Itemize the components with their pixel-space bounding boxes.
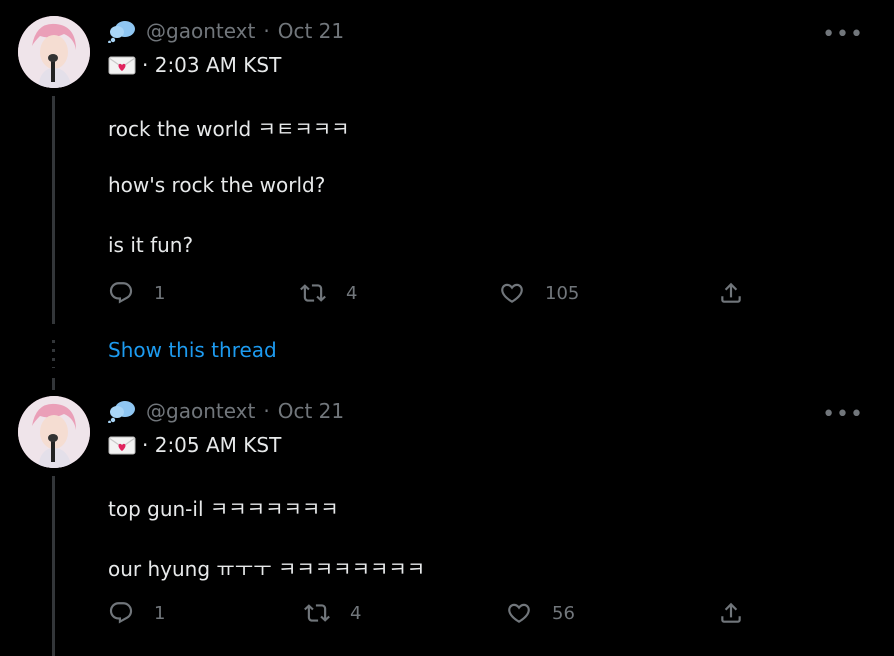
share-button[interactable]: [718, 599, 744, 627]
cloud-icon: [108, 399, 138, 424]
heart-icon: [508, 603, 530, 623]
time-line: · 2:03 AM KST: [108, 52, 281, 78]
tweet-date[interactable]: Oct 21: [278, 19, 344, 43]
tweet-2[interactable]: @gaontext · Oct 21 ••• · 2:05 AM KST top…: [0, 378, 894, 656]
reply-count: 1: [154, 602, 166, 624]
time-line: · 2:05 AM KST: [108, 432, 281, 458]
tweet-actions: 1 4 105: [108, 279, 748, 307]
share-icon: [721, 282, 741, 303]
tweet-text-line: our hyung ㅠㅜㅜ ㅋㅋㅋㅋㅋㅋㅋㅋ: [108, 557, 426, 581]
retweet-icon: [300, 284, 326, 302]
like-count: 56: [552, 602, 575, 624]
reply-count: 1: [154, 282, 166, 304]
love-letter-icon: [108, 55, 136, 75]
reply-icon: [109, 602, 133, 624]
like-button[interactable]: 105: [499, 279, 579, 307]
tweet-header: @gaontext · Oct 21: [108, 18, 344, 44]
tweet-time: · 2:05 AM KST: [142, 433, 282, 457]
share-icon: [721, 602, 741, 623]
retweet-count: 4: [346, 282, 358, 304]
separator: ·: [263, 399, 270, 423]
thread-line: [52, 96, 55, 324]
retweet-button[interactable]: 4: [300, 279, 357, 307]
show-thread-link[interactable]: Show this thread: [108, 338, 277, 362]
heart-icon: [501, 283, 523, 303]
tweet-header: @gaontext · Oct 21: [108, 398, 344, 424]
handle[interactable]: @gaontext: [146, 399, 255, 423]
love-letter-icon: [108, 435, 136, 455]
more-icon[interactable]: •••: [822, 402, 864, 427]
thread-line: [52, 378, 55, 390]
reply-button[interactable]: 1: [108, 599, 165, 627]
share-button[interactable]: [718, 279, 744, 307]
like-count: 105: [545, 282, 580, 304]
tweet-text-line: is it fun?: [108, 233, 194, 257]
avatar[interactable]: [18, 16, 90, 88]
thread-gap-dots: [52, 340, 55, 368]
tweet-text-line: top gun-il ㅋㅋㅋㅋㅋㅋㅋ: [108, 497, 339, 521]
tweet-date[interactable]: Oct 21: [278, 399, 344, 423]
cloud-icon: [108, 19, 138, 44]
separator: ·: [263, 19, 270, 43]
like-button[interactable]: 56: [506, 599, 575, 627]
thread-line: [52, 476, 55, 656]
retweet-count: 4: [350, 602, 362, 624]
tweet-text-line: rock the world ㅋㅌㅋㅋㅋ: [108, 117, 350, 141]
reply-icon: [109, 282, 133, 304]
tweet-1[interactable]: @gaontext · Oct 21 ••• · 2:03 AM KST roc…: [0, 0, 894, 380]
handle[interactable]: @gaontext: [146, 19, 255, 43]
tweet-actions: 1 4 56: [108, 599, 748, 627]
reply-button[interactable]: 1: [108, 279, 165, 307]
tweet-time: · 2:03 AM KST: [142, 53, 282, 77]
retweet-button[interactable]: 4: [304, 599, 361, 627]
tweet-text-line: how's rock the world?: [108, 173, 326, 197]
retweet-icon: [304, 604, 330, 622]
avatar[interactable]: [18, 396, 90, 468]
more-icon[interactable]: •••: [822, 22, 864, 47]
